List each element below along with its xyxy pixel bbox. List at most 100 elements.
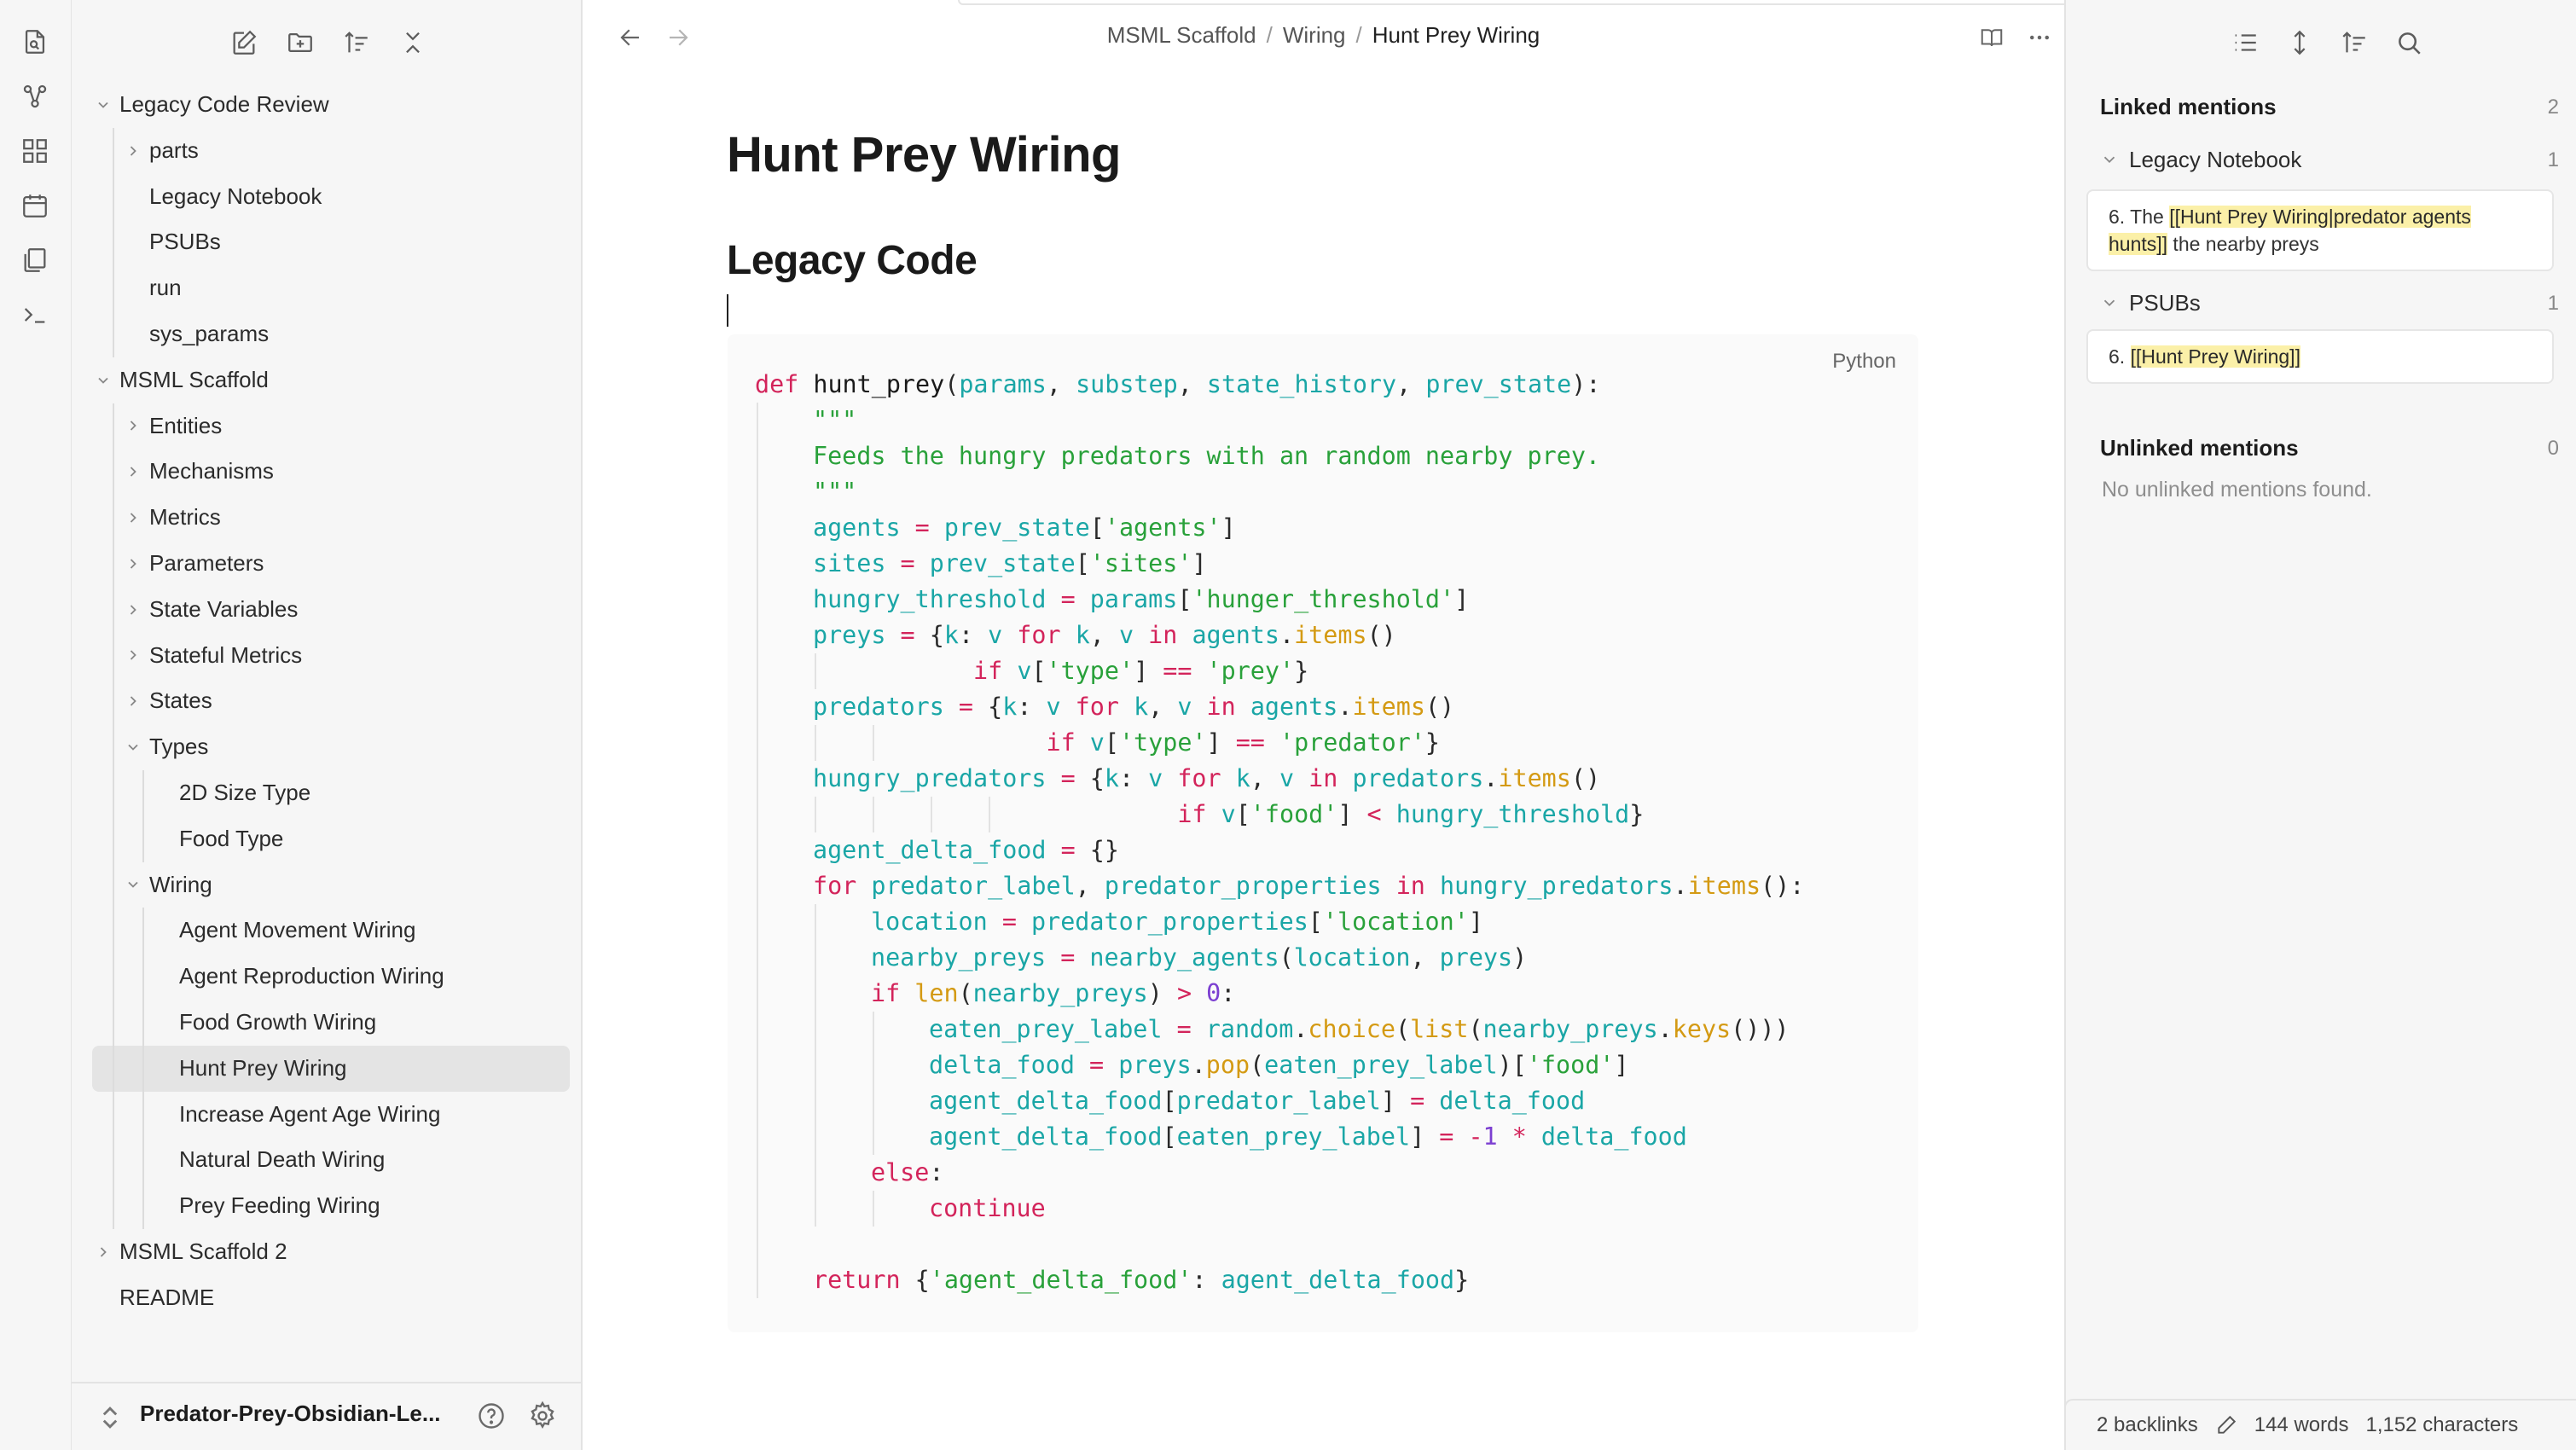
indent-guide [113,1137,114,1184]
change-sort-order-icon[interactable] [338,22,375,63]
reading-view-icon[interactable] [1973,19,2010,56]
edit-mode-icon[interactable] [2215,1414,2237,1436]
chevron-down-icon[interactable] [2100,293,2119,312]
file-item[interactable]: Natural Death Wiring [92,1137,570,1184]
file-item[interactable]: PSUBs [92,219,570,266]
folder-item[interactable]: parts [92,127,570,174]
folder-item[interactable]: MSML Scaffold 2 [92,1229,570,1275]
code-block[interactable]: Python def hunt_prey(params, substep, st… [728,334,1918,1332]
expand-context-icon[interactable] [2281,22,2318,63]
folder-item[interactable]: Parameters [92,540,570,587]
file-item[interactable]: Increase Agent Age Wiring [92,1091,570,1138]
file-item[interactable]: Hunt Prey Wiring [92,1045,570,1092]
folder-item[interactable]: Stateful Metrics [92,632,570,679]
heading-legacy-code[interactable]: Legacy Code [727,237,978,284]
terminal-icon[interactable] [17,297,53,333]
chevron-down-icon[interactable] [2100,150,2119,169]
indent-guide [113,310,114,357]
backlink-group-psubs[interactable]: PSUBs [2129,290,2201,316]
chevron-down-icon[interactable] [92,82,114,128]
folder-item[interactable]: Metrics [92,495,570,541]
file-item[interactable]: sys_params [92,310,570,357]
linked-mentions-title[interactable]: Linked mentions [2100,94,2277,120]
code-line-content: if len(nearby_preys) > 0: [871,976,1235,1012]
status-backlinks[interactable]: 2 backlinks [2097,1413,2198,1437]
code-token: = [885,549,930,577]
code-token: eaten_prey_label [1176,1122,1411,1151]
sort-order-icon[interactable] [2335,22,2373,63]
code-token: in [1192,693,1250,721]
backlink-snippet[interactable]: 6. The [[Hunt Prey Wiring|predator agent… [2086,189,2554,271]
folder-item[interactable]: State Variables [92,586,570,633]
code-token: , [1046,370,1076,398]
folder-item[interactable]: MSML Scaffold [92,357,570,403]
folder-item[interactable]: Entities [92,403,570,450]
file-item[interactable]: run [92,265,570,311]
chevron-right-icon[interactable] [122,495,144,541]
chevron-down-icon[interactable] [122,724,144,770]
backlink-snippet[interactable]: 6. [[Hunt Prey Wiring]] [2086,329,2554,384]
canvas-icon[interactable] [17,133,53,169]
graph-view-icon[interactable] [17,78,53,114]
file-explorer-toolbar [72,22,581,63]
backlink-group-legacy-notebook[interactable]: Legacy Notebook [2129,147,2301,173]
indent-guide [815,1155,816,1191]
settings-icon[interactable] [524,1397,561,1435]
chevron-right-icon[interactable] [122,541,144,587]
folder-item[interactable]: Legacy Code Review [92,82,570,128]
code-token: items [1352,693,1425,721]
templates-icon[interactable] [17,242,53,278]
status-bar: 2 backlinks 144 words 1,152 characters [2064,1399,2576,1450]
file-item[interactable]: Prey Feeding Wiring [92,1183,570,1229]
code-token: agent_delta_food [1221,1266,1455,1294]
chevron-right-icon[interactable] [92,1229,114,1275]
code-token: for [1163,764,1236,792]
file-item[interactable]: Food Growth Wiring [92,999,570,1046]
more-options-icon[interactable] [2021,19,2058,56]
vault-name[interactable]: Predator-Prey-Obsidian-Le... [140,1401,441,1427]
file-item[interactable]: Legacy Notebook [92,173,570,220]
file-item[interactable]: 2D Size Type [92,769,570,816]
code-token: * [1511,1122,1527,1151]
help-icon[interactable] [473,1397,510,1435]
folder-item[interactable]: Mechanisms [92,449,570,496]
unlinked-mentions-title[interactable]: Unlinked mentions [2100,435,2299,461]
chevron-right-icon[interactable] [122,678,144,724]
code-token: agent_delta_food [929,1087,1163,1115]
chevron-right-icon[interactable] [122,633,144,679]
collapse-all-icon[interactable] [394,22,432,63]
chevron-down-icon[interactable] [122,862,144,908]
note-title[interactable]: Hunt Prey Wiring [727,126,1121,183]
file-item[interactable]: Food Type [92,815,570,862]
new-folder-icon[interactable] [281,22,319,63]
code-token: )[ [1497,1051,1527,1079]
breadcrumb-current[interactable]: Hunt Prey Wiring [1372,22,1540,48]
chevron-right-icon[interactable] [122,449,144,495]
indent-guide [757,1191,758,1227]
indent-guide [757,618,758,653]
chevron-down-icon[interactable] [92,357,114,403]
breadcrumb-item[interactable]: MSML Scaffold [1107,22,1256,48]
indent-guide [142,1091,144,1138]
daily-note-icon[interactable] [17,188,53,223]
file-item[interactable]: Agent Reproduction Wiring [92,954,570,1000]
search-icon[interactable] [2390,22,2428,63]
file-item[interactable]: README [92,1275,570,1321]
list-view-icon[interactable] [2226,22,2264,63]
folder-item[interactable]: Wiring [92,861,570,908]
chevron-right-icon[interactable] [122,587,144,633]
folder-item[interactable]: Types [92,724,570,770]
vault-switcher-bar: Predator-Prey-Obsidian-Le... [72,1382,581,1450]
vault-switch-icon[interactable] [99,1402,121,1433]
folder-item[interactable]: States [92,678,570,725]
left-ribbon [0,0,72,1450]
chevron-right-icon[interactable] [122,403,144,450]
breadcrumb-item[interactable]: Wiring [1283,22,1346,48]
new-note-icon[interactable] [225,22,263,63]
chevron-right-icon[interactable] [122,128,144,174]
code-token: : [929,1158,944,1186]
open-quick-switcher-icon[interactable] [17,24,53,60]
file-item[interactable]: Agent Movement Wiring [92,908,570,954]
indent-guide [113,678,114,725]
